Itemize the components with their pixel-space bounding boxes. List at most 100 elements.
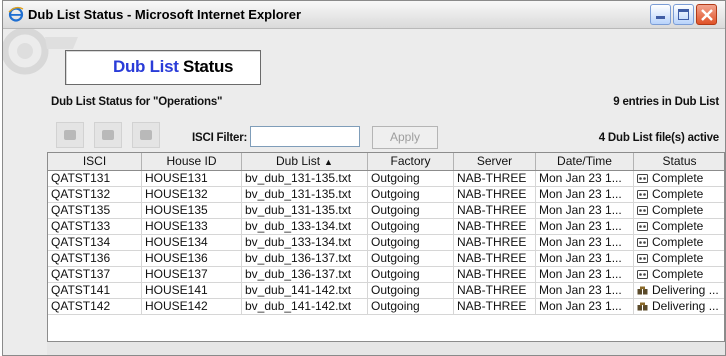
cell-text: Delivering ... <box>652 283 719 297</box>
table-row[interactable]: QATST137 HOUSE137 bv_dub_136-137.txt Outgoi… <box>48 267 724 283</box>
cell-text: Mon Jan 23 1... <box>539 203 622 217</box>
delivery-icon <box>637 302 648 311</box>
cell-server: NAB-THREE <box>454 283 536 298</box>
table-row[interactable]: QATST131 HOUSE131 bv_dub_131-135.txt Outgoi… <box>48 171 724 187</box>
cell-text: bv_dub_131-135.txt <box>245 203 352 217</box>
page-title-status: Status <box>178 57 234 76</box>
cell-text: QATST133 <box>51 219 111 233</box>
cell-server: NAB-THREE <box>454 219 536 234</box>
cell-text: QATST137 <box>51 267 111 281</box>
monitor-button[interactable] <box>132 122 160 148</box>
cell-isci: QATST141 <box>48 283 142 298</box>
cell-text: HOUSE136 <box>145 251 208 265</box>
column-header-isci[interactable]: ISCI <box>48 153 142 170</box>
cell-date-time: Mon Jan 23 1... <box>536 187 634 202</box>
page-title-dub: Dub <box>113 57 146 76</box>
cell-server: NAB-THREE <box>454 267 536 282</box>
tape-icon <box>637 190 648 199</box>
table-row[interactable]: QATST141 HOUSE141 bv_dub_141-142.txt Outgoi… <box>48 283 724 299</box>
table-row[interactable]: QATST135 HOUSE135 bv_dub_131-135.txt Outgoi… <box>48 203 724 219</box>
column-header-factory[interactable]: Factory <box>368 153 454 170</box>
tape-icon <box>637 174 648 183</box>
column-header-label: Server <box>476 154 513 168</box>
cell-text: bv_dub_133-134.txt <box>245 219 352 233</box>
cell-isci: QATST136 <box>48 251 142 266</box>
cell-text: Outgoing <box>371 203 420 217</box>
cell-text: NAB-THREE <box>457 251 527 265</box>
cell-text: Mon Jan 23 1... <box>539 267 622 281</box>
cell-date-time: Mon Jan 23 1... <box>536 171 634 186</box>
cell-house-id: HOUSE134 <box>142 235 242 250</box>
cell-date-time: Mon Jan 23 1... <box>536 267 634 282</box>
cell-dub-list: bv_dub_136-137.txt <box>242 251 368 266</box>
cell-text: Complete <box>652 203 704 217</box>
cell-house-id: HOUSE135 <box>142 203 242 218</box>
cell-text: QATST135 <box>51 203 111 217</box>
cell-text: HOUSE133 <box>145 219 208 233</box>
cell-factory: Outgoing <box>368 267 454 282</box>
column-header-server[interactable]: Server <box>454 153 536 170</box>
cell-text: HOUSE137 <box>145 267 208 281</box>
cell-house-id: HOUSE131 <box>142 171 242 186</box>
cell-text: NAB-THREE <box>457 171 527 185</box>
cell-text: Outgoing <box>371 235 420 249</box>
table-header: ISCI House ID Dub List ▲ Factory Server D… <box>48 153 724 171</box>
cell-dub-list: bv_dub_136-137.txt <box>242 267 368 282</box>
cell-text: HOUSE132 <box>145 187 208 201</box>
cell-factory: Outgoing <box>368 299 454 314</box>
isci-filter-label: ISCI Filter: <box>192 132 248 144</box>
close-button[interactable] <box>696 4 717 25</box>
cell-text: Outgoing <box>371 283 420 297</box>
cell-text: bv_dub_131-135.txt <box>245 171 352 185</box>
maximize-button[interactable] <box>673 4 694 25</box>
table-row[interactable]: QATST142 HOUSE142 bv_dub_141-142.txt Outgoi… <box>48 299 724 315</box>
cell-house-id: HOUSE132 <box>142 187 242 202</box>
cell-status: Delivering ... <box>634 283 724 298</box>
cell-text: HOUSE131 <box>145 171 208 185</box>
cell-factory: Outgoing <box>368 251 454 266</box>
cell-dub-list: bv_dub_141-142.txt <box>242 299 368 314</box>
cell-isci: QATST137 <box>48 267 142 282</box>
cell-dub-list: bv_dub_131-135.txt <box>242 171 368 186</box>
table-row[interactable]: QATST133 HOUSE133 bv_dub_133-134.txt Outgoi… <box>48 219 724 235</box>
tape-button[interactable] <box>94 122 122 148</box>
minimize-button[interactable] <box>650 4 671 25</box>
apply-button[interactable]: Apply <box>372 126 438 149</box>
cell-text: bv_dub_133-134.txt <box>245 235 352 249</box>
isci-filter-input[interactable] <box>250 126 360 147</box>
cell-text: QATST134 <box>51 235 111 249</box>
table-row[interactable]: QATST136 HOUSE136 bv_dub_136-137.txt Outgoi… <box>48 251 724 267</box>
cell-isci: QATST133 <box>48 219 142 234</box>
column-header-house-id[interactable]: House ID <box>142 153 242 170</box>
table-row[interactable]: QATST134 HOUSE134 bv_dub_133-134.txt Outgoi… <box>48 235 724 251</box>
column-header-date-time[interactable]: Date/Time <box>536 153 634 170</box>
cell-status: Complete <box>634 235 724 250</box>
cell-text: QATST132 <box>51 187 111 201</box>
search-button[interactable] <box>56 122 84 148</box>
cell-dub-list: bv_dub_133-134.txt <box>242 235 368 250</box>
cell-text: Complete <box>652 235 704 249</box>
cell-text: Complete <box>652 251 704 265</box>
cell-factory: Outgoing <box>368 171 454 186</box>
table-row[interactable]: QATST132 HOUSE132 bv_dub_131-135.txt Outgoi… <box>48 187 724 203</box>
minimize-icon <box>656 16 665 19</box>
cell-text: bv_dub_136-137.txt <box>245 251 352 265</box>
cell-text: Complete <box>652 267 704 281</box>
cell-text: Mon Jan 23 1... <box>539 235 622 249</box>
cell-status: Complete <box>634 267 724 282</box>
browser-window: Dub List Status - Microsoft Internet Exp… <box>2 0 726 356</box>
cell-text: QATST142 <box>51 299 111 313</box>
title-bar[interactable]: Dub List Status - Microsoft Internet Exp… <box>3 1 725 29</box>
column-header-label: Date/Time <box>557 154 612 168</box>
cell-status: Complete <box>634 187 724 202</box>
sort-ascending-icon: ▲ <box>324 157 333 167</box>
cell-text: HOUSE141 <box>145 283 208 297</box>
cell-text: Mon Jan 23 1... <box>539 251 622 265</box>
column-header-label: Status <box>662 154 697 168</box>
cell-text: Complete <box>652 171 704 185</box>
column-header-status[interactable]: Status <box>634 153 724 170</box>
column-header-dub-list[interactable]: Dub List ▲ <box>242 153 368 170</box>
delivery-icon <box>637 286 648 295</box>
cell-text: NAB-THREE <box>457 267 527 281</box>
page-title-list: List <box>145 57 179 76</box>
